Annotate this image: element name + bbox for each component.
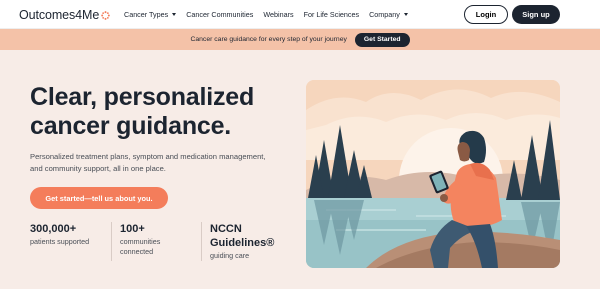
menu-item-life-sciences[interactable]: For Life Sciences — [304, 10, 360, 19]
banner-text: Cancer care guidance for every step of y… — [190, 36, 347, 43]
menu-item-label: Cancer Communities — [186, 10, 254, 19]
lake-scene-illustration — [306, 80, 560, 268]
stat-guidelines: NCCN Guidelines® guiding care — [201, 222, 291, 261]
menu-item-cancer-types[interactable]: Cancer Types — [124, 10, 177, 19]
logo[interactable]: Outcomes4Me — [19, 8, 111, 22]
stat-label: communities connected — [120, 237, 161, 256]
hero-headline: Clear, personalized cancer guidance. — [30, 83, 290, 141]
stat-communities: 100+ communities connected — [111, 222, 201, 261]
menu-item-webinars[interactable]: Webinars — [263, 10, 293, 19]
top-nav: Outcomes4Me Cancer Types Cancer Communit… — [0, 0, 600, 29]
logo-text: Outcomes4Me — [19, 8, 100, 22]
stat-value: NCCN Guidelines® — [210, 223, 275, 249]
login-button[interactable]: Login — [464, 5, 508, 24]
headline-line-2: cancer guidance. — [30, 112, 232, 140]
menu-item-label: Company — [369, 10, 400, 19]
menu-item-label: For Life Sciences — [303, 10, 360, 19]
stat-label: guiding care — [210, 251, 250, 260]
stat-patients: 300,000+ patients supported — [30, 222, 111, 261]
chevron-down-icon — [172, 13, 177, 16]
logo-mark-icon — [101, 10, 111, 20]
get-started-button[interactable]: Get Started — [354, 32, 410, 47]
promo-banner: Cancer care guidance for every step of y… — [0, 29, 600, 50]
stat-value: 300,000+ — [30, 223, 77, 235]
stats-row: 300,000+ patients supported 100+ communi… — [30, 222, 291, 261]
headline-line-1: Clear, personalized — [30, 83, 255, 111]
menu-item-company[interactable]: Company — [369, 10, 408, 19]
chevron-down-icon — [403, 13, 408, 16]
hero-illustration — [306, 80, 560, 268]
stat-label: patients supported — [30, 237, 90, 246]
menu-item-cancer-communities[interactable]: Cancer Communities — [186, 10, 253, 19]
main-menu: Cancer Types Cancer Communities Webinars… — [124, 10, 418, 19]
menu-item-label: Cancer Types — [124, 10, 169, 19]
signup-button[interactable]: Sign up — [512, 5, 560, 24]
menu-item-label: Webinars — [263, 10, 294, 19]
stat-value: 100+ — [120, 223, 145, 235]
hero-cta-button[interactable]: Get started—tell us about you. — [30, 187, 168, 209]
hero-subtext: Personalized treatment plans, symptom an… — [30, 152, 266, 173]
